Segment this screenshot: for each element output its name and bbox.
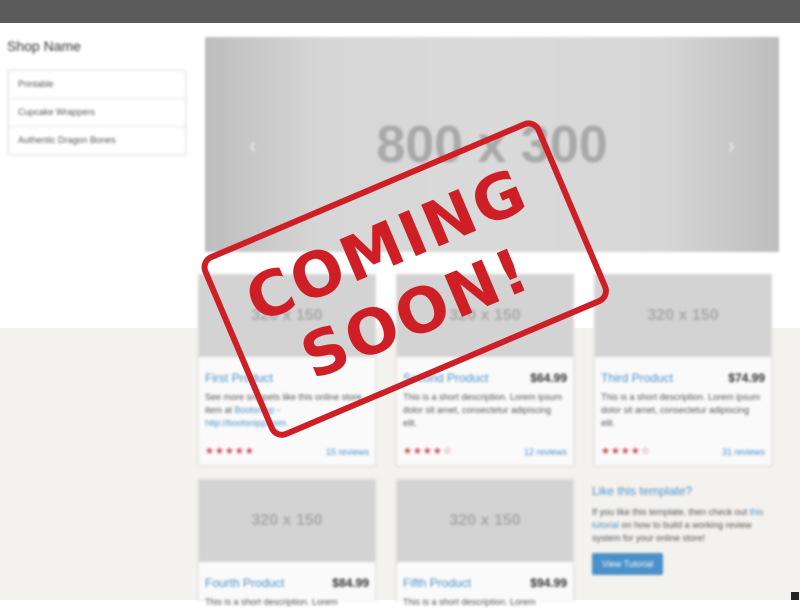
view-tutorial-button[interactable]: View Tutorial — [592, 553, 664, 575]
template-promo: Like this template? If you like this tem… — [592, 484, 770, 575]
chevron-right-icon[interactable]: › — [728, 133, 735, 159]
category-item-dragon-bones[interactable]: Authentic Dragon Bones — [9, 127, 185, 154]
product-price: $94.99 — [530, 576, 567, 590]
product-thumbnail[interactable]: 320 x 150 — [397, 480, 573, 562]
product-thumbnail[interactable]: 320 x 150 — [595, 275, 771, 357]
rating-stars: ★★★★☆ — [601, 446, 651, 457]
category-list: Printable Cupcake Wrappers Authentic Dra… — [8, 70, 186, 155]
product-title-link[interactable]: Fourth Product — [205, 576, 284, 590]
product-card-4: 320 x 150 Fourth Product $84.99 This is … — [198, 479, 376, 607]
product-description: This is a short description. Lorem ipsum… — [601, 392, 761, 428]
product-title-link[interactable]: Fifth Product — [403, 576, 471, 590]
cursor-icon — [791, 592, 799, 600]
rating-stars: ★★★★☆ — [403, 446, 453, 457]
product-card-5: 320 x 150 Fifth Product $94.99 This is a… — [396, 479, 574, 607]
product-price: $74.99 — [728, 371, 765, 385]
promo-title: Like this template? — [592, 484, 693, 498]
product-description: This is a short description. Lorem — [205, 597, 338, 607]
product-price: $64.99 — [530, 371, 567, 385]
promo-text: If you like this template, then check ou… — [592, 506, 770, 545]
category-item-cupcake-wrappers[interactable]: Cupcake Wrappers — [9, 99, 185, 127]
shop-name[interactable]: Shop Name — [7, 38, 81, 54]
reviews-count[interactable]: 31 reviews — [722, 447, 765, 457]
product-title-link[interactable]: Third Product — [601, 371, 673, 385]
promo-text-before: If you like this template, then check ou… — [592, 507, 750, 517]
reviews-count[interactable]: 15 reviews — [326, 447, 369, 457]
reviews-count[interactable]: 12 reviews — [524, 447, 567, 457]
product-thumbnail[interactable]: 320 x 150 — [199, 480, 375, 562]
product-card-3: 320 x 150 Third Product $74.99 This is a… — [594, 274, 772, 466]
product-price: $84.99 — [332, 576, 369, 590]
product-description: This is a short description. Lorem — [403, 597, 536, 607]
product-description: This is a short description. Lorem ipsum… — [403, 392, 563, 428]
category-item-printable[interactable]: Printable — [9, 71, 185, 99]
chevron-left-icon[interactable]: ‹ — [249, 133, 256, 159]
rating-stars: ★★★★★ — [205, 446, 255, 457]
